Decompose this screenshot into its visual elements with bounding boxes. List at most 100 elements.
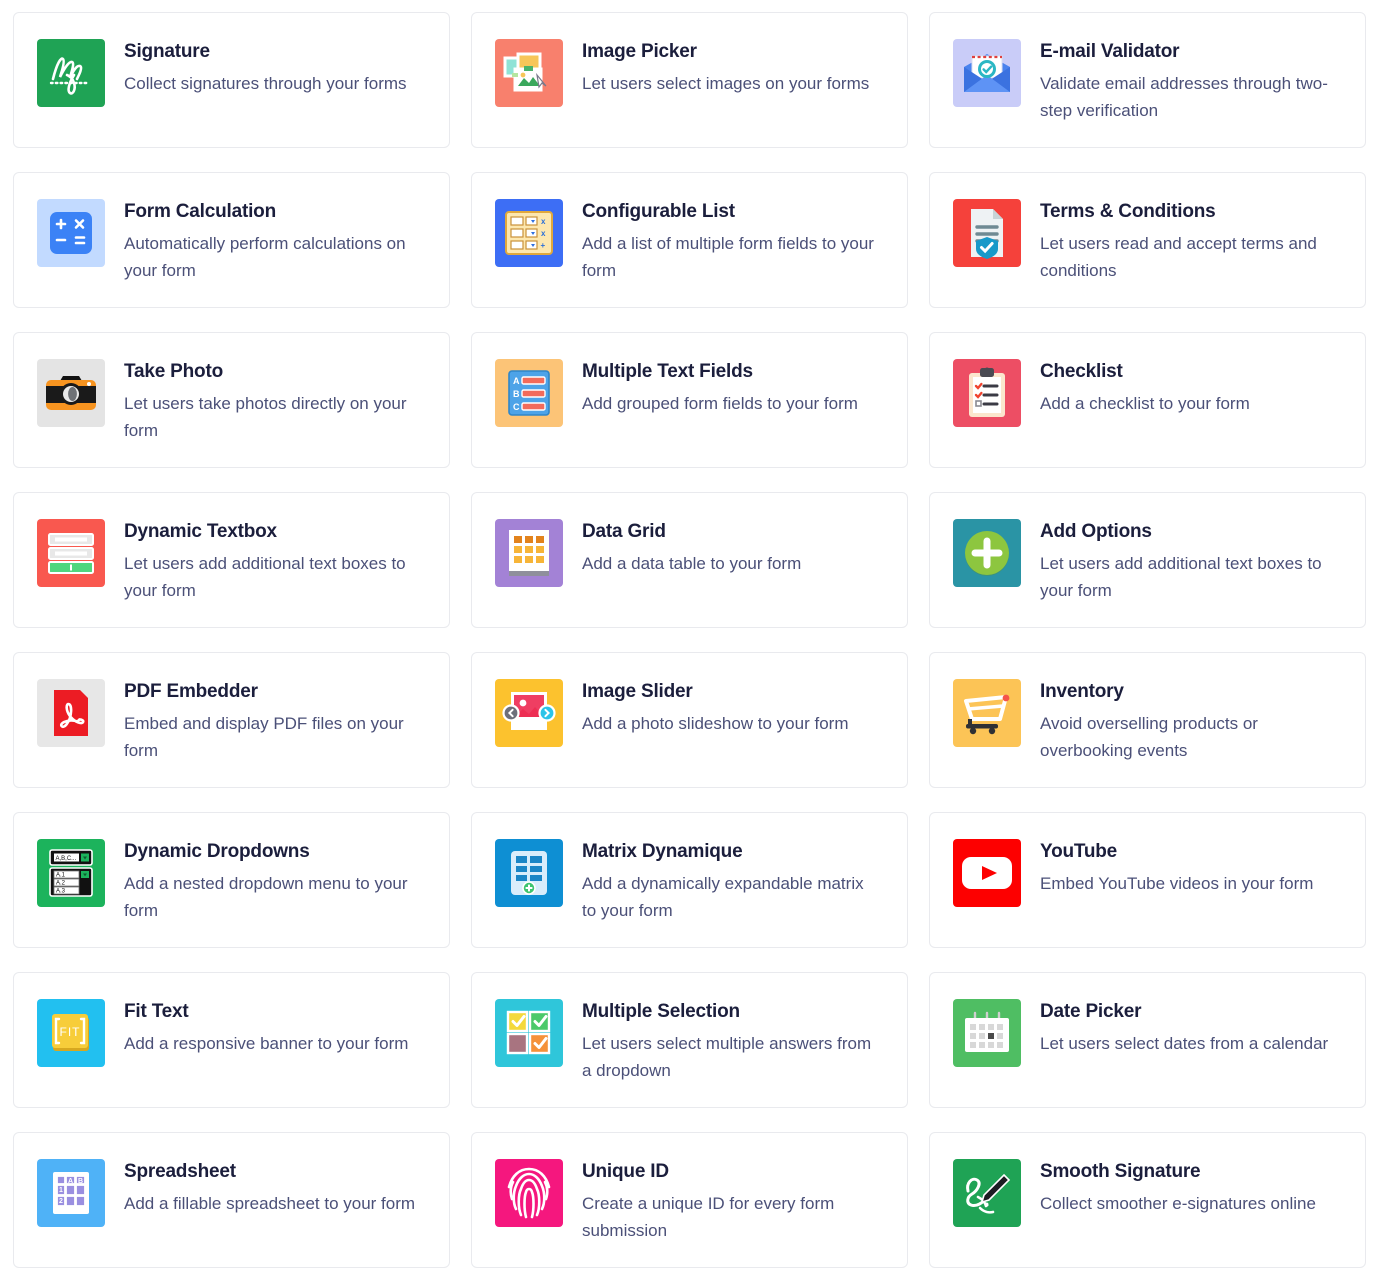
widget-card[interactable]: FIT Fit Text Add a responsive banner to yo…	[13, 972, 450, 1108]
widget-title: Form Calculation	[124, 201, 276, 222]
widget-title: Dynamic Dropdowns	[124, 841, 310, 862]
widget-card-text: Fit Text Add a responsive banner to your …	[124, 999, 408, 1057]
widget-description: Let users read and accept terms and cond…	[1040, 233, 1317, 281]
widget-description: Let users take photos directly on your f…	[124, 393, 407, 441]
widget-card[interactable]: Signature Collect signatures through your…	[13, 12, 450, 148]
widget-card-text: Matrix Dynamique Add a dynamically expand…	[582, 839, 882, 925]
fountain-pen-signature-icon	[953, 1159, 1021, 1227]
widget-card[interactable]: Take Photo Let users take photos directly…	[13, 332, 450, 468]
envelope-check-icon	[953, 39, 1021, 107]
widget-card-text: Smooth Signature Collect smoother e-signa…	[1040, 1159, 1316, 1217]
widget-card[interactable]: Terms & Conditions Let users read and acc…	[929, 172, 1366, 308]
spreadsheet-cells-icon: AB 1 2	[37, 1159, 105, 1227]
widget-card-text: Configurable List Add a list of multiple …	[582, 199, 882, 285]
svg-text:C: C	[513, 402, 520, 412]
widget-title: YouTube	[1040, 841, 1118, 862]
widget-card[interactable]: Image Picker Let users select images on y…	[471, 12, 908, 148]
widget-title: Fit Text	[124, 1001, 189, 1022]
svg-text:A.3: A.3	[56, 889, 66, 895]
widget-description: Add a dynamically expandable matrix to y…	[582, 873, 864, 921]
widget-description: Embed YouTube videos in your form	[1040, 873, 1314, 893]
widget-title: Multiple Selection	[582, 1001, 740, 1022]
widget-card-text: Signature Collect signatures through your…	[124, 39, 407, 97]
widget-card-text: Unique ID Create a unique ID for every fo…	[582, 1159, 882, 1245]
widget-card-text: Multiple Text Fields Add grouped form fie…	[582, 359, 858, 417]
widget-card-text: Image Slider Add a photo slideshow to you…	[582, 679, 848, 737]
widget-card[interactable]: E-mail Validator Validate email addresses…	[929, 12, 1366, 148]
document-approved-icon	[953, 199, 1021, 267]
widget-card[interactable]: YouTube Embed YouTube videos in your form	[929, 812, 1366, 948]
widget-card[interactable]: Image Slider Add a photo slideshow to you…	[471, 652, 908, 788]
widget-card[interactable]: A,B,C... A.1 A.2 A.3 Dynamic Dropdowns Add …	[13, 812, 450, 948]
widget-card[interactable]: x x + Configurable List Add a list of multip…	[471, 172, 908, 308]
widget-card-text: Dynamic Textbox Let users add additional …	[124, 519, 424, 605]
widget-title: E-mail Validator	[1040, 41, 1180, 62]
widget-title: Configurable List	[582, 201, 735, 222]
photo-stack-cursor-icon	[495, 39, 563, 107]
widget-title: Dynamic Textbox	[124, 521, 277, 542]
widget-title: Matrix Dynamique	[582, 841, 743, 862]
widget-card[interactable]: PDF Embedder Embed and display PDF files …	[13, 652, 450, 788]
widget-description: Automatically perform calculations on yo…	[124, 233, 406, 281]
widget-title: Smooth Signature	[1040, 1161, 1201, 1182]
svg-text:+: +	[541, 241, 546, 250]
widget-card[interactable]: Add Options Let users add additional text…	[929, 492, 1366, 628]
youtube-play-icon	[953, 839, 1021, 907]
widget-card[interactable]: Checklist Add a checklist to your form	[929, 332, 1366, 468]
nested-dropdown-icon: A,B,C... A.1 A.2 A.3	[37, 839, 105, 907]
widget-card[interactable]: Form Calculation Automatically perform ca…	[13, 172, 450, 308]
widget-card-text: Dynamic Dropdowns Add a nested dropdown m…	[124, 839, 424, 925]
widget-card-text: Terms & Conditions Let users read and acc…	[1040, 199, 1340, 285]
configurable-grid-icon: x x +	[495, 199, 563, 267]
widget-title: Add Options	[1040, 521, 1152, 542]
widget-card-text: Checklist Add a checklist to your form	[1040, 359, 1250, 417]
widget-description: Add a photo slideshow to your form	[582, 713, 849, 733]
widget-title: Terms & Conditions	[1040, 201, 1216, 222]
widget-description: Let users select dates from a calendar	[1040, 1033, 1329, 1053]
widget-card-text: Inventory Avoid overselling products or o…	[1040, 679, 1340, 765]
svg-text:2: 2	[59, 1198, 63, 1205]
svg-text:B: B	[513, 389, 520, 399]
svg-text:A.1: A.1	[56, 873, 66, 879]
widget-description: Collect smoother e-signatures online	[1040, 1193, 1316, 1213]
widget-description: Add grouped form fields to your form	[582, 393, 858, 413]
matrix-expand-icon	[495, 839, 563, 907]
widget-title: Multiple Text Fields	[582, 361, 753, 382]
widget-title: Image Slider	[582, 681, 693, 702]
svg-text:x: x	[541, 229, 546, 238]
widget-title: PDF Embedder	[124, 681, 258, 702]
widget-card[interactable]: A B 1 2 Spreadsheet Add a fillable spreadshee…	[13, 1132, 450, 1268]
widget-card[interactable]: Data Grid Add a data table to your form	[471, 492, 908, 628]
fit-text-bracket-icon: FIT	[37, 999, 105, 1067]
widget-card-text: Form Calculation Automatically perform ca…	[124, 199, 424, 285]
widget-description: Embed and display PDF files on your form	[124, 713, 404, 761]
widget-card-text: Data Grid Add a data table to your form	[582, 519, 801, 577]
widget-card[interactable]: Inventory Avoid overselling products or o…	[929, 652, 1366, 788]
widget-card[interactable]: Multiple Selection Let users select multi…	[471, 972, 908, 1108]
widget-title: Unique ID	[582, 1161, 669, 1182]
widget-title: Signature	[124, 41, 210, 62]
svg-text:FIT: FIT	[60, 1025, 81, 1039]
widget-card[interactable]: ABC Multiple Text Fields Add grouped form…	[471, 332, 908, 468]
image-carousel-arrows-icon	[495, 679, 563, 747]
calculator-icon	[37, 199, 105, 267]
svg-text:x: x	[541, 217, 546, 226]
widget-description: Add a checklist to your form	[1040, 393, 1250, 413]
widget-card[interactable]: Smooth Signature Collect smoother e-signa…	[929, 1132, 1366, 1268]
multi-checkbox-icon	[495, 999, 563, 1067]
widget-card[interactable]: Date Picker Let users select dates from a…	[929, 972, 1366, 1108]
widget-card[interactable]: Matrix Dynamique Add a dynamically expand…	[471, 812, 908, 948]
data-table-icon	[495, 519, 563, 587]
svg-text:A: A	[68, 1178, 73, 1185]
widget-description: Avoid overselling products or overbookin…	[1040, 713, 1258, 761]
widget-title: Image Picker	[582, 41, 697, 62]
widget-card[interactable]: Dynamic Textbox Let users add additional …	[13, 492, 450, 628]
widget-description: Add a data table to your form	[582, 553, 802, 573]
widget-card-text: Image Picker Let users select images on y…	[582, 39, 869, 97]
widget-card[interactable]: Unique ID Create a unique ID for every fo…	[471, 1132, 908, 1268]
widget-title: Date Picker	[1040, 1001, 1142, 1022]
widget-description: Collect signatures through your forms	[124, 73, 407, 93]
widget-description: Add a fillable spreadsheet to your form	[124, 1193, 416, 1213]
widget-title: Checklist	[1040, 361, 1123, 382]
svg-text:B: B	[78, 1178, 83, 1185]
